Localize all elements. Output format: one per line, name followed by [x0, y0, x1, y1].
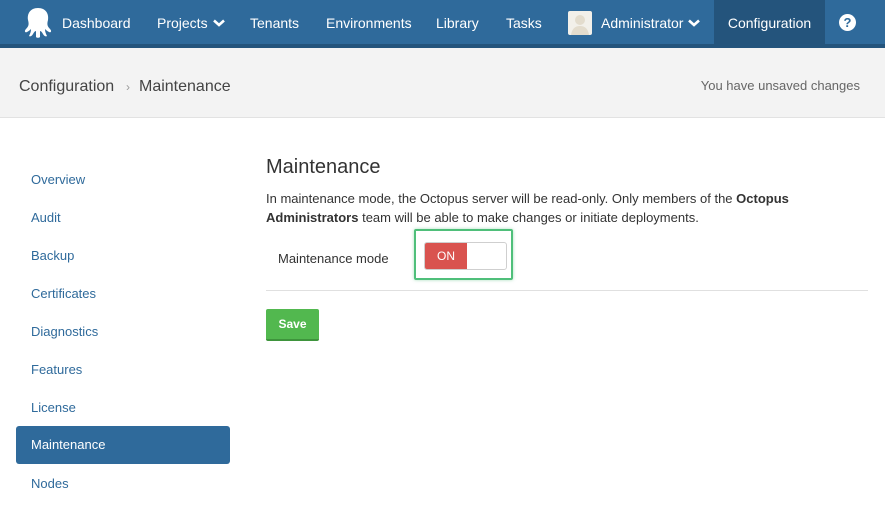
octopus-logo-icon[interactable]	[21, 5, 55, 39]
nav-tasks[interactable]: Tasks	[506, 0, 542, 44]
save-button[interactable]: Save	[266, 309, 319, 341]
unsaved-changes-status: You have unsaved changes	[700, 78, 860, 93]
sidebar-item-overview[interactable]: Overview	[16, 161, 230, 199]
user-name: Administrator	[601, 15, 684, 31]
nav-tenants[interactable]: Tenants	[250, 0, 299, 44]
maintenance-mode-label: Maintenance mode	[278, 251, 389, 266]
nav-user-menu[interactable]: Administrator	[601, 0, 701, 44]
sidebar-item-license[interactable]: License	[16, 389, 230, 427]
top-navigation: Dashboard Projects Tenants Environments …	[0, 0, 885, 48]
breadcrumb-current: Maintenance	[139, 78, 231, 95]
chevron-down-icon	[688, 19, 701, 27]
avatar[interactable]	[568, 11, 592, 35]
sidebar-item-backup[interactable]: Backup	[16, 237, 230, 275]
description-text-2: team will be able to make changes or ini…	[358, 210, 699, 225]
nav-configuration[interactable]: Configuration	[714, 0, 825, 44]
sidebar-item-certificates[interactable]: Certificates	[16, 275, 230, 313]
description-text-1: In maintenance mode, the Octopus server …	[266, 191, 737, 206]
chevron-down-icon	[212, 19, 225, 27]
nav-environments[interactable]: Environments	[326, 0, 412, 44]
breadcrumb-configuration[interactable]: Configuration	[19, 78, 114, 96]
sidebar-item-maintenance[interactable]: Maintenance	[16, 426, 230, 464]
nav-projects-label: Projects	[157, 15, 208, 31]
sidebar-item-diagnostics[interactable]: Diagnostics	[16, 313, 230, 351]
sidebar-item-features[interactable]: Features	[16, 351, 230, 389]
divider	[266, 290, 868, 291]
help-icon[interactable]: ?	[839, 14, 856, 31]
maintenance-mode-toggle[interactable]: ON	[424, 242, 507, 270]
breadcrumb-separator-icon: ›	[126, 80, 130, 94]
nav-dashboard[interactable]: Dashboard	[62, 0, 131, 44]
nav-library[interactable]: Library	[436, 0, 479, 44]
page-header: Configuration › Maintenance You have uns…	[0, 48, 885, 118]
nav-projects[interactable]: Projects	[157, 0, 225, 44]
sidebar-item-audit[interactable]: Audit	[16, 199, 230, 237]
user-avatar-icon	[571, 15, 589, 35]
sidebar-item-nodes[interactable]: Nodes	[16, 465, 230, 503]
page-title: Maintenance	[266, 156, 381, 178]
maintenance-description: In maintenance mode, the Octopus server …	[266, 189, 826, 227]
toggle-on-state: ON	[425, 243, 467, 269]
